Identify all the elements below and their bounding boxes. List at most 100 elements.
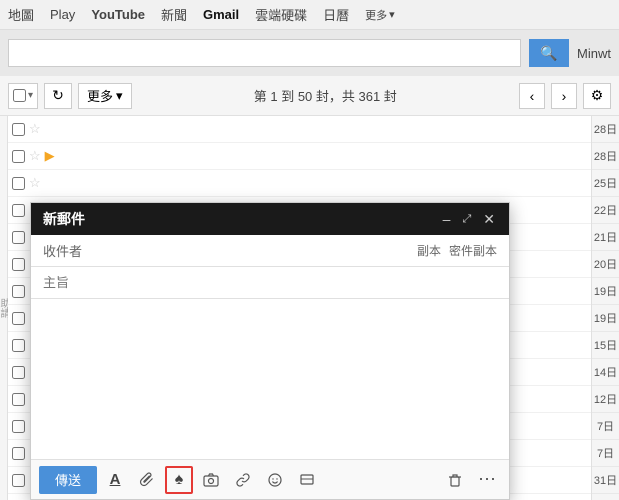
- row-checkbox[interactable]: [12, 204, 25, 217]
- compose-header: 新郵件 – ⤢ ✕: [31, 203, 509, 235]
- table-row: ☆ ▶: [8, 143, 591, 170]
- date-item: 15日: [592, 332, 619, 359]
- refresh-button[interactable]: ↻: [44, 83, 72, 109]
- paperclip-icon: [139, 472, 155, 488]
- compose-comment-button[interactable]: [293, 466, 321, 494]
- compose-more-button[interactable]: ⋯: [473, 466, 501, 494]
- date-item: 21日: [592, 224, 619, 251]
- compose-subject-input[interactable]: [43, 275, 497, 290]
- row-checkbox[interactable]: [12, 339, 25, 352]
- nav-gmail[interactable]: Gmail: [203, 7, 239, 22]
- date-item: 28日: [592, 116, 619, 143]
- star-icon[interactable]: ☆: [29, 121, 41, 137]
- row-checkbox[interactable]: [12, 258, 25, 271]
- main-area: 助請 ☆ ☆ ▶ ☆ ☆ ☆ ☆ ☆ ▶: [0, 116, 619, 500]
- search-icon: 🔍: [540, 45, 557, 62]
- compose-to-input[interactable]: [93, 243, 417, 258]
- row-checkbox[interactable]: [12, 312, 25, 325]
- nav-more[interactable]: 更多 ▾: [365, 7, 395, 23]
- compose-body[interactable]: [31, 299, 509, 459]
- settings-icon: ⚙: [591, 87, 604, 104]
- compose-header-actions: – ⤢ ✕: [441, 211, 497, 228]
- camera-icon: [203, 472, 219, 488]
- row-checkbox[interactable]: [12, 393, 25, 406]
- search-button[interactable]: 🔍: [529, 39, 569, 67]
- prev-page-button[interactable]: ‹: [519, 83, 545, 109]
- star-icon[interactable]: ☆: [29, 148, 41, 164]
- drive-icon: ♠: [175, 471, 184, 489]
- trash-icon: [447, 472, 463, 488]
- date-item: 7日: [592, 440, 619, 467]
- table-row: ☆: [8, 116, 591, 143]
- nav-news[interactable]: 新聞: [161, 5, 187, 24]
- compose-resize-button[interactable]: ⤢: [460, 213, 473, 226]
- row-checkbox[interactable]: [12, 420, 25, 433]
- compose-drive-button[interactable]: ♠: [165, 466, 193, 494]
- date-item: 19日: [592, 278, 619, 305]
- compose-to-row: 收件者 副本 密件副本: [31, 235, 509, 267]
- search-input[interactable]: [8, 39, 521, 67]
- row-checkbox[interactable]: [12, 150, 25, 163]
- left-strip: 助請: [0, 116, 8, 500]
- refresh-icon: ↻: [52, 87, 64, 104]
- star-icon[interactable]: ☆: [29, 175, 41, 191]
- row-checkbox[interactable]: [12, 285, 25, 298]
- date-item: 31日: [592, 467, 619, 494]
- top-nav: 地圖 Play YouTube 新聞 Gmail 雲端硬碟 日曆 更多 ▾: [0, 0, 619, 30]
- compose-delete-button[interactable]: [441, 466, 469, 494]
- nav-play[interactable]: Play: [50, 7, 75, 22]
- search-input-wrap: [8, 39, 521, 67]
- compose-toolbar: 傳送 A ♠: [31, 459, 509, 499]
- checkbox-dropdown-arrow[interactable]: ▾: [28, 90, 33, 101]
- date-item: 22日: [592, 197, 619, 224]
- prev-icon: ‹: [530, 88, 535, 104]
- table-row: ☆: [8, 170, 591, 197]
- select-all-checkbox-wrap[interactable]: ▾: [8, 83, 38, 109]
- nav-drive[interactable]: 雲端硬碟: [255, 5, 307, 24]
- compose-title: 新郵件: [43, 209, 441, 229]
- date-item: 25日: [592, 170, 619, 197]
- nav-maps[interactable]: 地圖: [8, 5, 34, 24]
- settings-button[interactable]: ⚙: [583, 83, 611, 109]
- row-checkbox[interactable]: [12, 474, 25, 487]
- select-all-checkbox[interactable]: [13, 89, 26, 102]
- nav-calendar[interactable]: 日曆: [323, 5, 349, 24]
- compose-attach-button[interactable]: [133, 466, 161, 494]
- emoji-icon: [267, 472, 283, 488]
- next-page-button[interactable]: ›: [551, 83, 577, 109]
- compose-close-button[interactable]: ✕: [481, 211, 497, 228]
- compose-cc-link[interactable]: 副本: [417, 242, 441, 259]
- row-checkbox[interactable]: [12, 177, 25, 190]
- date-item: 20日: [592, 251, 619, 278]
- date-item: 7日: [592, 413, 619, 440]
- row-checkbox[interactable]: [12, 447, 25, 460]
- more-label: 更多: [87, 86, 113, 105]
- toolbar-row: ▾ ↻ 更多 ▾ 第 1 到 50 封，共 361 封 ‹ › ⚙: [0, 76, 619, 116]
- compose-window: 新郵件 – ⤢ ✕ 收件者 副本 密件副本 傳送 A: [30, 202, 510, 500]
- comment-icon: [299, 472, 315, 488]
- date-item: 19日: [592, 305, 619, 332]
- compose-minimize-button[interactable]: –: [441, 211, 453, 227]
- user-label: Minwt: [577, 46, 611, 61]
- search-bar: 🔍 Minwt: [0, 30, 619, 76]
- compose-send-button[interactable]: 傳送: [39, 466, 97, 494]
- compose-bcc-link[interactable]: 密件副本: [449, 242, 497, 259]
- date-item: 14日: [592, 359, 619, 386]
- row-checkbox[interactable]: [12, 123, 25, 136]
- folder-icon[interactable]: ▶: [45, 148, 55, 164]
- compose-link-button[interactable]: [229, 466, 257, 494]
- compose-cc-links: 副本 密件副本: [417, 242, 497, 259]
- compose-format-button[interactable]: A: [101, 466, 129, 494]
- compose-photo-button[interactable]: [197, 466, 225, 494]
- date-item: 12日: [592, 386, 619, 413]
- compose-to-label: 收件者: [43, 241, 93, 260]
- compose-emoji-button[interactable]: [261, 466, 289, 494]
- row-checkbox[interactable]: [12, 231, 25, 244]
- right-date-strip: 28日 28日 25日 22日 21日 20日 19日 19日 15日 14日 …: [591, 116, 619, 500]
- date-item: 28日: [592, 143, 619, 170]
- link-icon: [235, 472, 251, 488]
- more-button[interactable]: 更多 ▾: [78, 83, 132, 109]
- nav-youtube[interactable]: YouTube: [91, 7, 145, 22]
- row-checkbox[interactable]: [12, 366, 25, 379]
- page-info: 第 1 到 50 封，共 361 封: [138, 86, 513, 105]
